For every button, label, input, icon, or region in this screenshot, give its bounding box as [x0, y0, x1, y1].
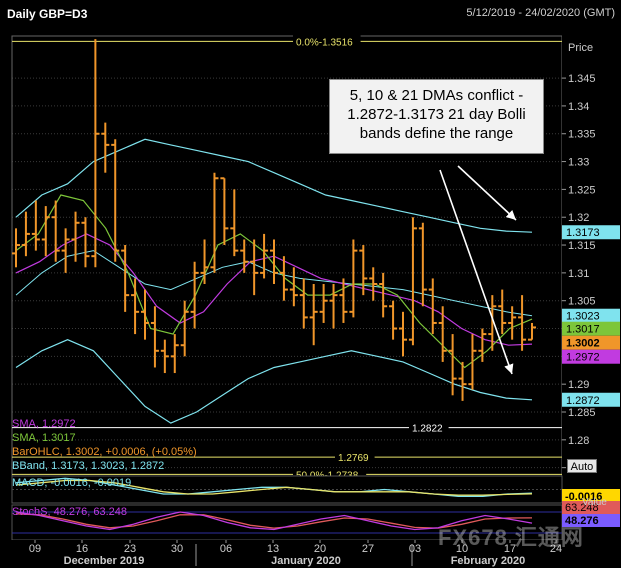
time-tick-label: 06: [220, 543, 232, 555]
price-tick-label: 1.325: [568, 184, 596, 196]
price-tick-label: 1.305: [568, 296, 596, 308]
legend-stoch: StochS, 48.276, 63.248: [12, 506, 127, 518]
legend-sma-purple: SMA, 1.2972: [12, 418, 76, 430]
level-label: 1.2822: [412, 424, 443, 435]
price-axis-label: Price: [568, 42, 593, 54]
legend-barohlc: BarOHLC, 1.3002, +0.0006, (+0.05%): [12, 446, 197, 458]
month-label: January 2020: [271, 555, 341, 567]
price-tick-label: 1.31: [568, 268, 589, 280]
price-tick-label: 1.34: [568, 101, 589, 113]
month-label: February 2020: [451, 555, 526, 567]
price-tag-label: 1.2872: [566, 395, 600, 407]
price-tick-label: 1.335: [568, 129, 596, 141]
legend-sma-green: SMA, 1.3017: [12, 432, 76, 444]
price-tick-label: 1.285: [568, 407, 596, 419]
price-tag-label: 1.2972: [566, 352, 600, 364]
time-tick-label: 30: [171, 543, 183, 555]
level-label: 1.2769: [338, 453, 369, 464]
callout-line-1: 5, 10 & 21 DMAs conflict -: [349, 87, 524, 104]
callout-line-3: bands define the range: [359, 125, 514, 142]
time-tick-label: 23: [124, 543, 136, 555]
time-tick-label: 20: [314, 543, 326, 555]
level-label: 0.0%-1.3516: [296, 37, 353, 48]
value-axis-label: Value: [582, 497, 607, 508]
price-axis: Price1.3451.341.3351.331.3251.321.3151.3…: [562, 28, 621, 476]
time-tick-label: 09: [29, 543, 41, 555]
price-tag-label: 1.3017: [566, 324, 600, 336]
time-tick-label: 13: [267, 543, 279, 555]
price-tick-label: 1.32: [568, 212, 589, 224]
legend-macd: MACD, -0.0016, -0.0019: [12, 477, 132, 489]
time-tick-label: 27: [362, 543, 374, 555]
callout-line-2: 1.2872-1.3173 21 day Bolli: [347, 106, 526, 123]
price-tag-label: 1.3023: [566, 311, 600, 323]
time-tick-label: 03: [409, 543, 421, 555]
month-label: December 2019: [64, 555, 145, 567]
auto-scale-button[interactable]: Auto: [567, 459, 597, 473]
price-tick-label: 1.28: [568, 435, 589, 447]
price-tick-label: 1.29: [568, 379, 589, 391]
price-tick-label: 1.33: [568, 157, 589, 169]
time-tick-label: 16: [76, 543, 88, 555]
price-tag-label: 1.3002: [566, 338, 600, 350]
legend-bband: BBand, 1.3173, 1.3023, 1.2872: [12, 460, 165, 472]
watermark: FX678 汇通网: [438, 525, 584, 550]
price-tag-label: 1.3173: [566, 227, 600, 239]
price-tick-label: 1.315: [568, 240, 596, 252]
annotation-callout: 5, 10 & 21 DMAs conflict - 1.2872-1.3173…: [329, 79, 544, 154]
price-tick-label: 1.345: [568, 73, 596, 85]
